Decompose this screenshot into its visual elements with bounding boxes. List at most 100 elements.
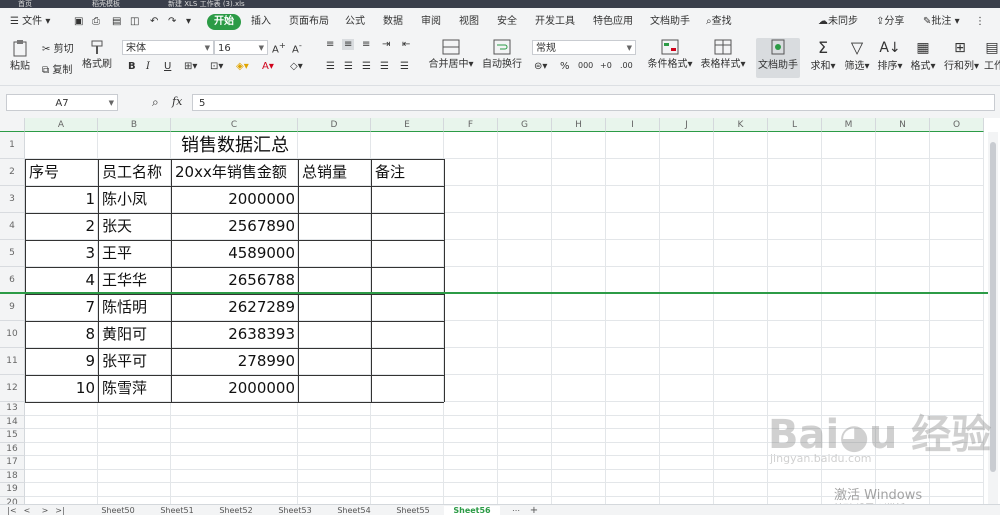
paste-button[interactable]: 粘贴 <box>6 39 34 72</box>
data-cell-seq[interactable]: 7 <box>26 294 98 321</box>
data-cell-sales[interactable]: 2000000 <box>172 186 298 213</box>
zoom-icon[interactable]: ⌕ <box>152 95 159 110</box>
more-options-icon[interactable]: ⋮ <box>975 14 985 30</box>
data-cell-seq[interactable]: 4 <box>26 267 98 294</box>
sheet-title-cell[interactable]: 销售数据汇总 <box>26 132 444 159</box>
percent-button[interactable]: % <box>560 61 570 72</box>
tab-special[interactable]: 特色应用 <box>593 14 633 30</box>
decrease-decimal-icon[interactable]: .00 <box>620 61 633 70</box>
data-cell-seq[interactable]: 1 <box>26 186 98 213</box>
bold-button[interactable]: B <box>128 61 136 72</box>
tab-doc-assistant[interactable]: 文档助手 <box>650 14 690 30</box>
save-icon[interactable]: ▣ <box>74 14 83 30</box>
column-header[interactable]: M <box>822 118 876 132</box>
row-header[interactable]: 11 <box>0 348 25 375</box>
merge-center-button[interactable]: 合并居中▾ <box>428 39 474 70</box>
header-cell-total[interactable]: 总销量 <box>299 159 371 186</box>
tab-review[interactable]: 审阅 <box>421 14 441 30</box>
cond-format-button[interactable]: 条件格式▾ <box>646 39 694 70</box>
tab-start[interactable]: 开始 <box>207 14 241 30</box>
data-cell-seq[interactable]: 9 <box>26 348 98 375</box>
font-color-icon[interactable]: A▾ <box>262 61 274 72</box>
row-header[interactable]: 9 <box>0 294 25 321</box>
select-all-corner[interactable] <box>0 118 25 132</box>
data-cell-name[interactable]: 张平可 <box>99 348 171 375</box>
data-cell-sales[interactable]: 2567890 <box>172 213 298 240</box>
print-icon[interactable]: ⎙ <box>92 14 100 30</box>
preview-icon[interactable]: ◫ <box>130 14 139 30</box>
justify-icon[interactable]: ☰ <box>380 61 389 72</box>
data-cell-seq[interactable]: 3 <box>26 240 98 267</box>
column-header[interactable]: A <box>25 118 98 132</box>
row-header[interactable]: 19 <box>0 483 25 497</box>
column-header[interactable]: C <box>171 118 298 132</box>
data-cell-sales[interactable]: 2638393 <box>172 321 298 348</box>
table-style-button[interactable]: 表格样式▾ <box>700 39 746 70</box>
tab-insert[interactable]: 插入 <box>251 14 271 30</box>
format-button[interactable]: ▦ 格式▾ <box>910 39 936 72</box>
doc-assistant-button[interactable]: 文档助手 <box>756 38 800 78</box>
row-header[interactable]: 10 <box>0 321 25 348</box>
tab-document[interactable]: 新建 XLS 工作表 (3).xls <box>168 0 245 8</box>
more-icon[interactable]: ▾ <box>186 14 191 30</box>
align-left-icon[interactable]: ☰ <box>326 61 335 72</box>
header-cell-sales[interactable]: 20xx年销售金额 <box>172 159 298 186</box>
column-header[interactable]: E <box>371 118 444 132</box>
worksheet-button[interactable]: ▤ 工作 <box>984 39 1000 72</box>
thousands-separator-icon[interactable]: 000 <box>578 61 593 70</box>
align-bottom-icon[interactable]: ≡ <box>362 39 370 50</box>
rows-cols-button[interactable]: ⊞ 行和列▾ <box>944 39 979 72</box>
row-header[interactable]: 5 <box>0 240 25 267</box>
tab-security[interactable]: 安全 <box>497 14 517 30</box>
data-cell-seq[interactable]: 8 <box>26 321 98 348</box>
export-icon[interactable]: ▤ <box>112 14 121 30</box>
data-cell-name[interactable]: 黄阳可 <box>99 321 171 348</box>
column-header[interactable]: L <box>768 118 822 132</box>
fill-color-icon[interactable]: ◈▾ <box>236 61 249 72</box>
increase-font-button[interactable]: A+ <box>272 40 286 55</box>
row-header[interactable]: 6 <box>0 267 25 294</box>
data-cell-name[interactable]: 王华华 <box>99 267 171 294</box>
sort-button[interactable]: A↓ 排序▾ <box>877 39 903 72</box>
row-header[interactable]: 12 <box>0 375 25 402</box>
wrap-text-button[interactable]: 自动换行 <box>482 39 522 70</box>
row-header[interactable]: 20 <box>0 496 25 504</box>
indent-icon[interactable]: ⇥ <box>382 39 390 50</box>
currency-icon[interactable]: ⊜▾ <box>534 61 547 72</box>
distribute-icon[interactable]: ☰ <box>400 61 409 72</box>
column-header[interactable]: F <box>444 118 498 132</box>
header-cell-seq[interactable]: 序号 <box>26 159 98 186</box>
font-size-select[interactable]: 16 ▼ <box>214 40 268 55</box>
tab-formula[interactable]: 公式 <box>345 14 365 30</box>
column-header[interactable]: D <box>298 118 371 132</box>
tab-view[interactable]: 视图 <box>459 14 479 30</box>
borders-icon[interactable]: ⊞▾ <box>184 61 197 72</box>
sync-button[interactable]: ☁未同步 <box>818 14 858 30</box>
italic-button[interactable]: I <box>146 61 150 72</box>
data-cell-name[interactable]: 陈雪萍 <box>99 375 171 402</box>
header-cell-note[interactable]: 备注 <box>372 159 444 186</box>
tab-data[interactable]: 数据 <box>383 14 403 30</box>
data-cell-sales[interactable]: 2627289 <box>172 294 298 321</box>
column-header[interactable]: J <box>660 118 714 132</box>
column-header[interactable]: I <box>606 118 660 132</box>
row-header[interactable]: 2 <box>0 159 25 186</box>
data-cell-sales[interactable]: 2000000 <box>172 375 298 402</box>
align-center-icon[interactable]: ☰ <box>344 61 353 72</box>
outdent-icon[interactable]: ⇤ <box>402 39 410 50</box>
tab-home[interactable]: 首页 <box>18 0 32 8</box>
decrease-font-button[interactable]: A- <box>292 40 302 55</box>
row-header[interactable]: 15 <box>0 429 25 443</box>
row-header[interactable]: 16 <box>0 442 25 456</box>
row-header[interactable]: 17 <box>0 456 25 470</box>
fx-icon[interactable]: fx <box>172 95 182 108</box>
data-cell-sales[interactable]: 4589000 <box>172 240 298 267</box>
column-header[interactable]: K <box>714 118 768 132</box>
align-middle-icon[interactable]: ≡ <box>342 39 355 50</box>
format-painter-button[interactable]: 格式刷 <box>82 39 112 70</box>
row-header[interactable]: 3 <box>0 186 25 213</box>
row-header[interactable]: 13 <box>0 402 25 416</box>
row-header[interactable]: 14 <box>0 415 25 429</box>
data-cell-name[interactable]: 王平 <box>99 240 171 267</box>
header-cell-name[interactable]: 员工名称 <box>99 159 171 186</box>
